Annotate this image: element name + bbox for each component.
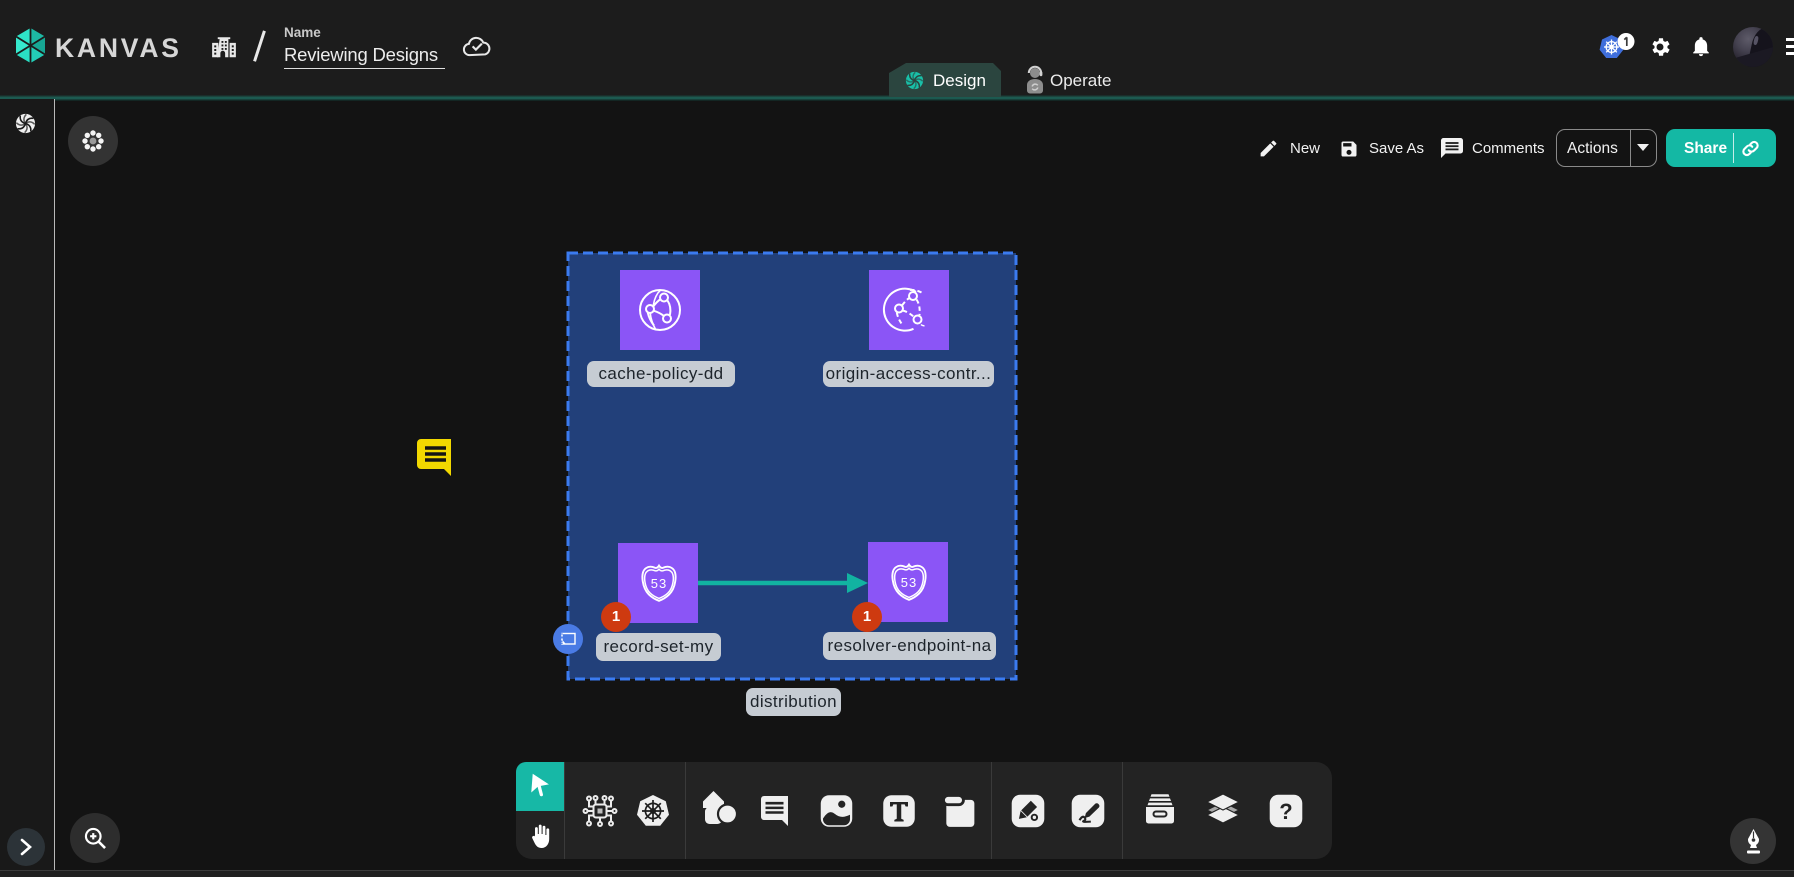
svg-text:53: 53 <box>651 576 667 591</box>
svg-text:53: 53 <box>901 575 917 590</box>
svg-text:?: ? <box>1279 799 1292 824</box>
